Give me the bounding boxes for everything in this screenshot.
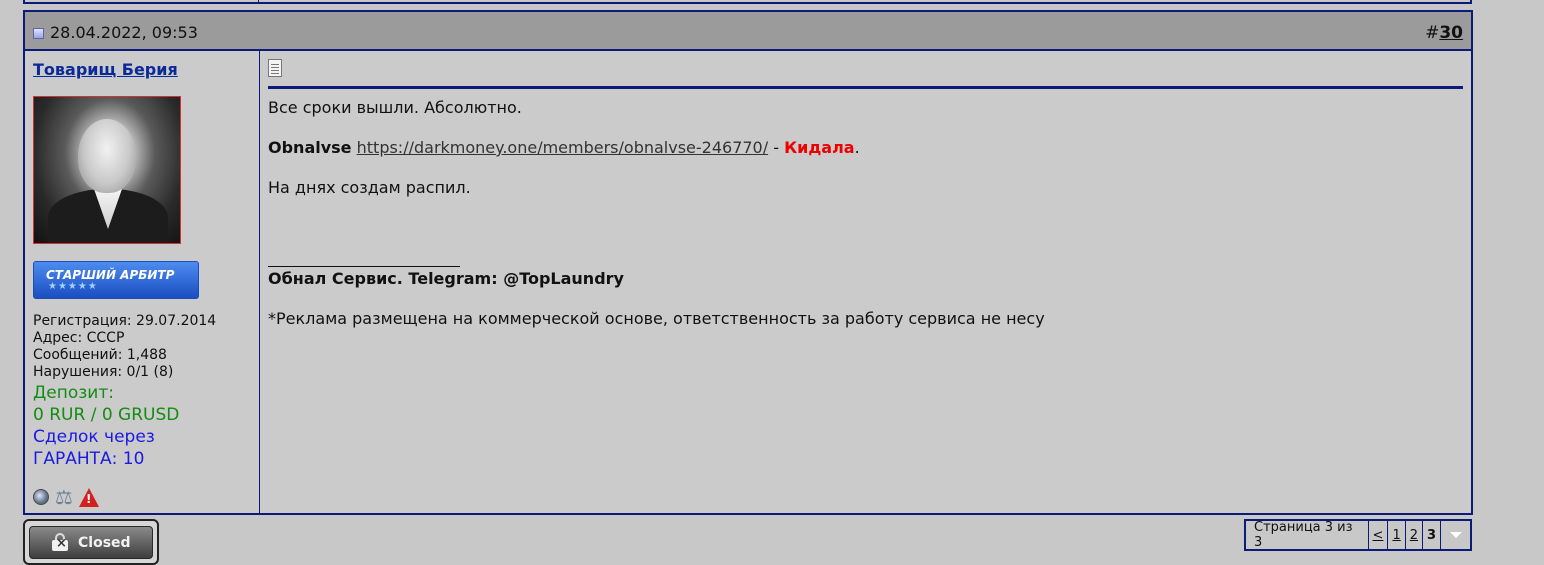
post-status-icon xyxy=(33,28,44,39)
deposit-value: 0 RUR / 0 GRUSD xyxy=(33,405,180,425)
signature-note: *Реклама размещена на коммерческой основ… xyxy=(268,309,1045,328)
previous-post-edge xyxy=(23,0,1472,4)
scam-label: Кидала xyxy=(784,138,855,157)
page-info: Страница 3 из 3 xyxy=(1246,520,1369,550)
closed-label: Closed xyxy=(78,535,131,551)
username-link[interactable]: Товарищ Берия xyxy=(33,60,178,79)
rank-label: СТАРШИЙ АРБИТР xyxy=(46,268,175,282)
deposit-label: Депозит: xyxy=(33,383,114,403)
signature-divider xyxy=(268,266,460,267)
lock-icon xyxy=(52,533,68,551)
forum-post: 28.04.2022, 09:53 #30 Товарищ Берия СТАР… xyxy=(23,10,1473,515)
signature-title: Обнал Сервис. Telegram: @TopLaundry xyxy=(268,269,624,288)
deposit-block: Депозит: 0 RUR / 0 GRUSD xyxy=(33,382,179,426)
rank-stars: ★★★★★ xyxy=(48,281,98,292)
page-link-1[interactable]: 1 xyxy=(1388,521,1406,549)
post-number-link[interactable]: 30 xyxy=(1439,23,1463,43)
post-header: 28.04.2022, 09:53 #30 xyxy=(25,12,1471,51)
current-page: 3 xyxy=(1423,521,1442,549)
guarantor-deals-block: Сделок через ГАРАНТА: 10 xyxy=(33,426,155,470)
pagination: Страница 3 из 3 < 1 2 3 xyxy=(1244,519,1472,551)
post-number: #30 xyxy=(1425,23,1463,43)
avatar[interactable] xyxy=(33,96,181,244)
scales-icon[interactable]: ⚖ xyxy=(55,487,73,507)
status-offline-icon[interactable] xyxy=(33,489,49,505)
user-info-column: Товарищ Берия СТАРШИЙ АРБИТР ★★★★★ Регис… xyxy=(25,51,260,513)
rank-badge: СТАРШИЙ АРБИТР ★★★★★ xyxy=(33,261,199,299)
violations: Нарушения: 0/1 (8) xyxy=(33,364,174,380)
document-icon xyxy=(268,59,282,77)
closed-thread-button[interactable]: Closed xyxy=(23,519,159,565)
warning-icon[interactable] xyxy=(78,487,99,507)
registration-date: Регистрация: 29.07.2014 xyxy=(33,313,217,329)
message-line-3: На днях создам распил. xyxy=(268,178,471,197)
deals-value: ГАРАНТА: 10 xyxy=(33,449,145,469)
deals-label: Сделок через xyxy=(33,427,155,447)
message-line-1: Все сроки вышли. Абсолютно. xyxy=(268,98,522,117)
scammer-name: Obnalvse xyxy=(268,138,352,157)
post-content: Все сроки вышли. Абсолютно. Obnalvse htt… xyxy=(260,51,1471,513)
profile-link[interactable]: https://darkmoney.one/members/obnalvse-2… xyxy=(357,138,769,157)
page-jump-dropdown[interactable] xyxy=(1441,521,1470,549)
chevron-down-icon xyxy=(1449,532,1462,538)
message-line-2: Obnalvse https://darkmoney.one/members/o… xyxy=(268,138,860,157)
message-count: Сообщений: 1,488 xyxy=(33,347,167,363)
page-link-2[interactable]: 2 xyxy=(1406,521,1424,549)
user-icons: ⚖ xyxy=(33,485,99,509)
user-address: Адрес: СССР xyxy=(33,330,125,346)
post-date: 28.04.2022, 09:53 xyxy=(50,23,198,42)
prev-page-link[interactable]: < xyxy=(1369,521,1389,549)
title-divider xyxy=(268,86,1463,89)
user-stats: Регистрация: 29.07.2014 Адрес: СССР Сооб… xyxy=(33,313,216,381)
